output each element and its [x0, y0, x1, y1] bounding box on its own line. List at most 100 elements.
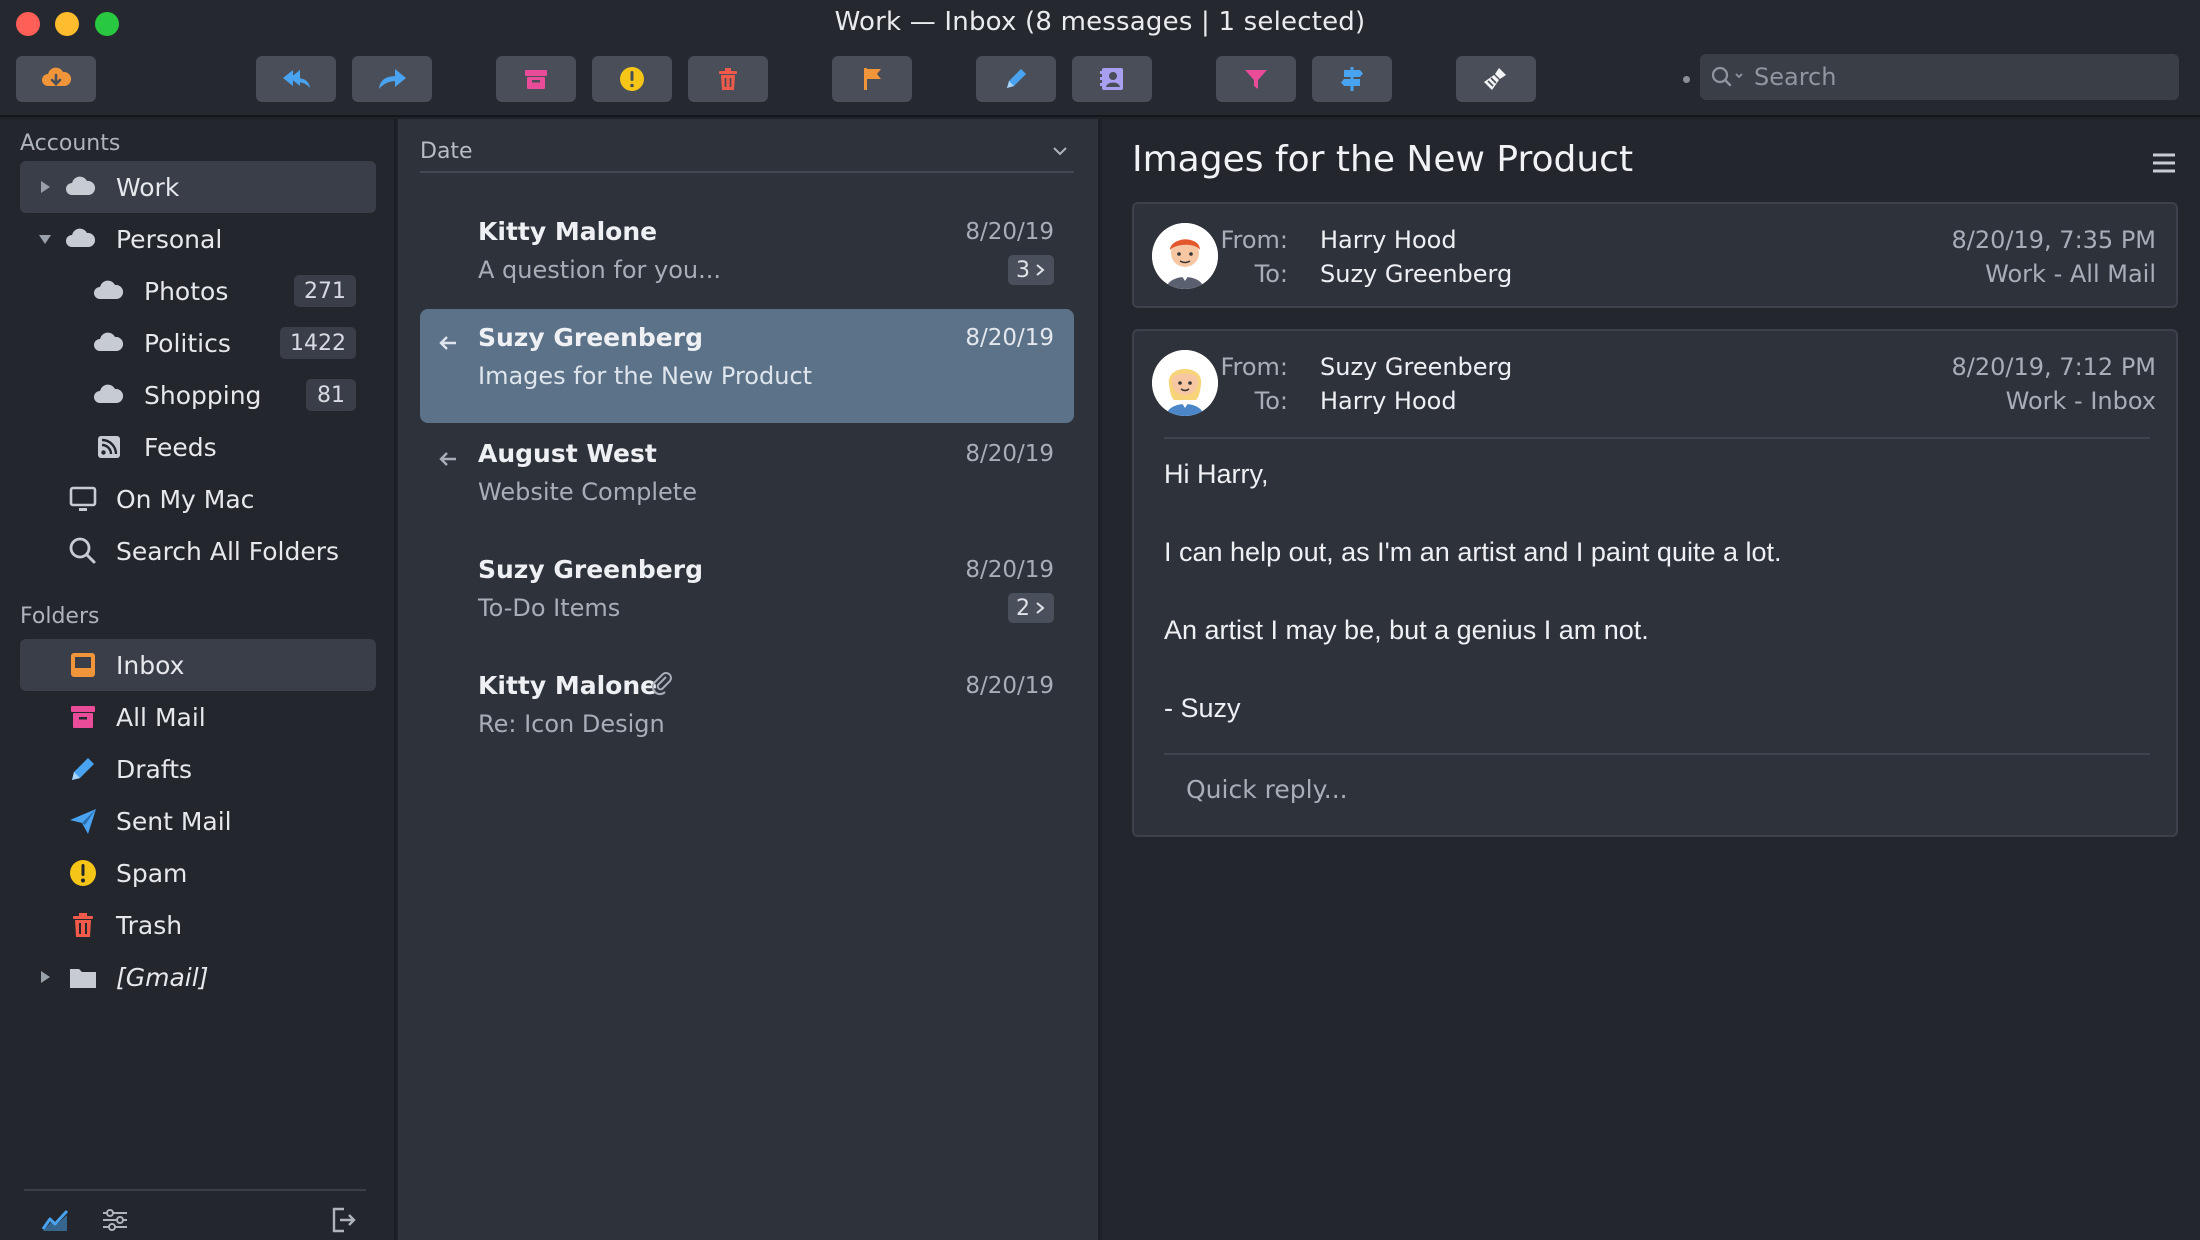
cloud-folder-icon [94, 332, 124, 351]
computer-icon [69, 486, 97, 511]
sidebar-footer-divider [24, 1189, 366, 1191]
cloud-download-icon [42, 67, 72, 86]
broom-icon [1484, 68, 1506, 90]
to-value[interactable]: Suzy Greenberg [1320, 260, 1512, 288]
sidebar-item-on-my-mac[interactable]: On My Mac [20, 473, 376, 525]
sidebar-item-politics[interactable]: Politics 1422 [20, 317, 376, 369]
sidebar-item-label: [Gmail] [116, 962, 209, 992]
sidebar-item-inbox[interactable]: Inbox [20, 639, 376, 691]
sidebar-item-label: Inbox [116, 650, 185, 680]
message-date: 8/20/19 [965, 673, 1054, 699]
sidebar-item-search-all-folders[interactable]: Search All Folders [20, 525, 376, 577]
forward-button[interactable] [352, 56, 432, 102]
from-value[interactable]: Suzy Greenberg [1320, 353, 1512, 381]
reply-all-button[interactable] [256, 56, 336, 102]
flag-icon [864, 68, 881, 90]
sidebar-item-label: Politics [144, 328, 231, 358]
from-value[interactable]: Harry Hood [1320, 226, 1457, 254]
pencil-icon [72, 758, 94, 780]
disclosure-right-icon[interactable] [36, 178, 54, 196]
message-sender: Suzy Greenberg [478, 323, 703, 352]
message-sender: Kitty Malone [478, 671, 658, 700]
sidebar-item-feeds[interactable]: Feeds [20, 421, 376, 473]
message-row[interactable]: Suzy Greenberg To-Do Items 8/20/19 2 [420, 541, 1074, 655]
unread-count-badge: 271 [294, 275, 356, 307]
message-date: 8/20/19 [965, 557, 1054, 583]
sidebar-item-personal[interactable]: Personal [20, 213, 376, 265]
trash-icon [719, 68, 737, 90]
sort-header[interactable]: Date [420, 131, 1074, 173]
chevron-down-icon[interactable] [1050, 141, 1070, 161]
mailbox-label: Work - All Mail [1985, 260, 2156, 288]
message-body-line: Hi Harry, [1164, 459, 1269, 489]
message-row[interactable]: Kitty Malone A question for you... 8/20/… [420, 203, 1074, 317]
spam-button[interactable] [592, 56, 672, 102]
title-bar: Work — Inbox (8 messages | 1 selected) [0, 0, 2200, 117]
signpost-icon [1341, 67, 1363, 91]
rss-feed-icon [98, 436, 120, 458]
archive-button[interactable] [496, 56, 576, 102]
cloud-folder-icon [94, 384, 124, 403]
quick-reply-input[interactable] [1186, 775, 2086, 804]
message-row[interactable]: Suzy Greenberg Images for the New Produc… [420, 309, 1074, 423]
trash-icon [73, 913, 93, 937]
get-mail-button[interactable] [16, 56, 96, 102]
sidebar-item-all-mail[interactable]: All Mail [20, 691, 376, 743]
cloud-folder-icon [94, 280, 124, 299]
thread-count-badge[interactable]: 3 [1008, 255, 1054, 285]
avatar-man-icon [1152, 223, 1218, 289]
contacts-icon [1100, 68, 1123, 90]
sidebar-item-drafts[interactable]: Drafts [20, 743, 376, 795]
conversation-title: Images for the New Product [1132, 139, 1634, 180]
contacts-button[interactable] [1072, 56, 1152, 102]
disclosure-down-icon[interactable] [36, 230, 54, 248]
to-value[interactable]: Harry Hood [1320, 387, 1457, 415]
delete-button[interactable] [688, 56, 768, 102]
sidebar-item-label: Personal [116, 224, 223, 254]
compose-button[interactable] [976, 56, 1056, 102]
sidebar-item-trash[interactable]: Trash [20, 899, 376, 951]
message-date: 8/20/19, 7:12 PM [1951, 353, 2156, 381]
accounts-section-label: Accounts [20, 131, 121, 156]
rules-button[interactable] [1312, 56, 1392, 102]
flag-button[interactable] [832, 56, 912, 102]
header-divider [1164, 437, 2150, 439]
paper-plane-icon [70, 809, 96, 834]
cloud-account-icon [66, 176, 96, 195]
hamburger-menu-icon[interactable] [2148, 147, 2180, 179]
message-row[interactable]: August West Website Complete 8/20/19 [420, 425, 1074, 539]
sidebar-item-label: Feeds [144, 432, 217, 462]
to-label: To: [1254, 260, 1288, 288]
sidebar-item-work[interactable]: Work [20, 161, 376, 213]
sidebar-item-label: All Mail [116, 702, 206, 732]
message-body-line: - Suzy [1164, 693, 1241, 723]
activity-icon[interactable] [38, 1203, 72, 1237]
disclosure-right-icon[interactable] [36, 968, 54, 986]
sidebar: Accounts Work Personal Photos 271 Politi… [0, 119, 396, 1240]
message-row[interactable]: Kitty Malone Re: Icon Design 8/20/19 [420, 657, 1074, 771]
sidebar-item-spam[interactable]: Spam [20, 847, 376, 899]
search-icon [1711, 66, 1743, 87]
sidebar-item-gmail[interactable]: [Gmail] [20, 951, 376, 1003]
sidebar-item-shopping[interactable]: Shopping 81 [20, 369, 376, 421]
thread-count-badge[interactable]: 2 [1008, 593, 1054, 623]
sidebar-item-label: On My Mac [116, 484, 255, 514]
search-input[interactable] [1748, 63, 2179, 91]
avatar-woman-icon [1152, 350, 1218, 416]
message-card-collapsed[interactable]: From: Harry Hood To: Suzy Greenberg 8/20… [1132, 202, 2178, 308]
cloud-account-icon [66, 228, 96, 247]
sign-out-icon[interactable] [326, 1203, 360, 1237]
avatar [1152, 223, 1218, 289]
sidebar-item-sent-mail[interactable]: Sent Mail [20, 795, 376, 847]
folder-icon [70, 969, 96, 988]
archive-icon [71, 706, 95, 728]
cleanup-button[interactable] [1456, 56, 1536, 102]
search-field[interactable] [1700, 54, 2179, 100]
sliders-icon[interactable] [98, 1203, 132, 1237]
filter-button[interactable] [1216, 56, 1296, 102]
message-subject: Images for the New Product [478, 362, 813, 390]
reading-pane: Images for the New Product From: Harry H… [1102, 119, 2200, 1240]
sidebar-item-photos[interactable]: Photos 271 [20, 265, 376, 317]
thread-count: 2 [1016, 595, 1030, 621]
chevron-right-icon [1036, 602, 1045, 614]
